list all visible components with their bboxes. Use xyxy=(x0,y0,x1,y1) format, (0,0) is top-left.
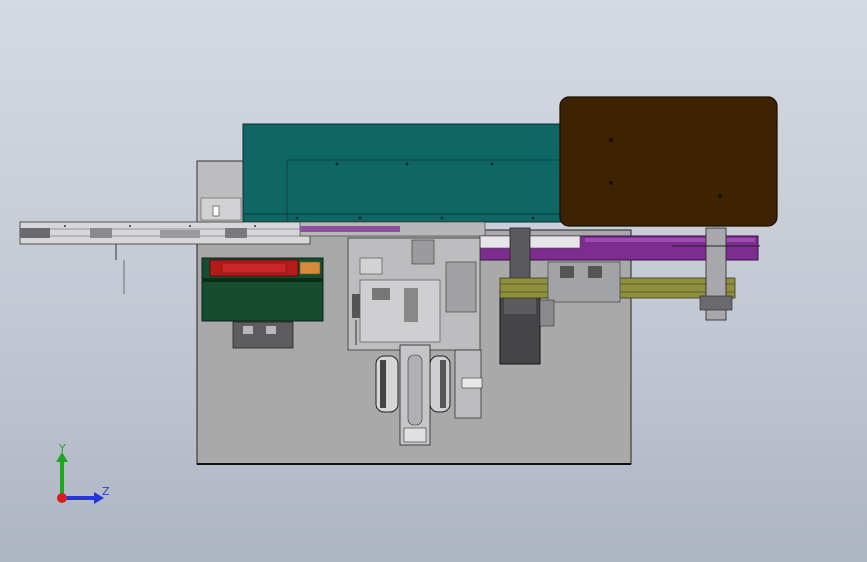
teal-cover xyxy=(242,123,564,223)
orientation-triad: Y Z xyxy=(40,440,120,510)
y-axis-label: Y xyxy=(59,442,66,455)
assembly-model[interactable] xyxy=(0,0,867,562)
cad-viewport[interactable]: Y Z xyxy=(0,0,867,562)
lower-pulley-left xyxy=(375,355,399,413)
z-axis-label: Z xyxy=(102,485,110,498)
triad-axes xyxy=(56,452,104,504)
brown-cover xyxy=(559,96,778,227)
